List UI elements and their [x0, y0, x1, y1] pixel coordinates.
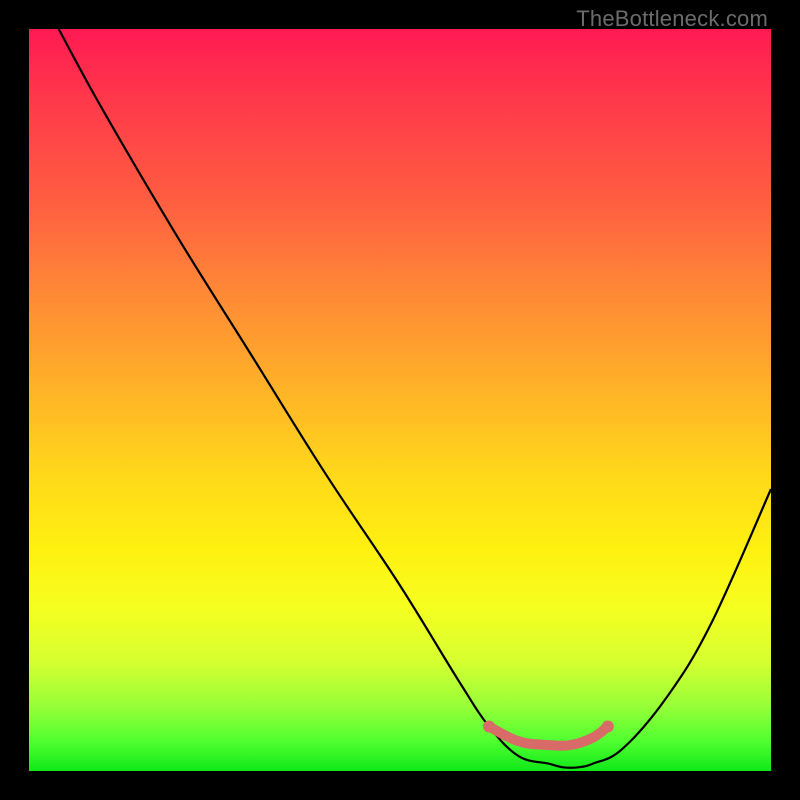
- main-curve: [59, 29, 771, 768]
- chart-frame: TheBottleneck.com: [0, 0, 800, 800]
- highlight-path: [489, 727, 608, 746]
- highlight-dot-right: [602, 721, 614, 733]
- plot-area: [29, 29, 771, 771]
- bottleneck-curve-path: [59, 29, 771, 768]
- curve-svg: [29, 29, 771, 771]
- highlight-dot-left: [483, 721, 495, 733]
